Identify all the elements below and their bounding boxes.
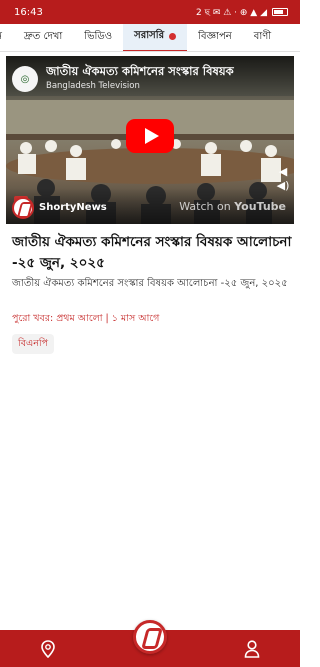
shortynews-label: ShortyNews (39, 202, 107, 213)
status-icons: 2 ছ ✉ ⚠ · ⊕ ▲ ◢ (196, 5, 288, 20)
tab-label: বিজ্ঞাপন (198, 31, 232, 42)
home-fab-shorty-logo-icon[interactable] (133, 620, 167, 654)
tab-video[interactable]: ভিডিও (73, 24, 123, 51)
share-icon[interactable]: ◀ (276, 164, 290, 178)
tab-label: বাণী (253, 31, 272, 42)
video-title: জাতীয় ঐকমত্য কমিশনের সংস্কার বিষয়ক (46, 64, 234, 78)
nav-profile[interactable] (222, 630, 282, 667)
article-headline[interactable]: জাতীয় ঐকমত্য কমিশনের সংস্কার বিষয়ক আলো… (12, 232, 294, 274)
tab-live[interactable]: সরাসরি (123, 24, 188, 51)
live-dot-icon (169, 33, 177, 40)
tab-label: ন (0, 29, 2, 46)
video-player[interactable]: ◎ জাতীয় ঐকমত্য কমিশনের সংস্কার বিষয়ক B… (6, 56, 294, 224)
tab-label: ভিডিও (84, 31, 113, 42)
nav-location[interactable] (18, 630, 78, 667)
topic-tag[interactable]: বিএনপি (12, 334, 55, 354)
tab-quick-view[interactable]: দ্রুত দেখা (13, 24, 73, 51)
tab-label: সরাসরি (134, 30, 165, 41)
status-bar: 16:43 2 ছ ✉ ⚠ · ⊕ ▲ ◢ (0, 0, 300, 24)
shortynews-logo-icon (12, 197, 34, 219)
status-time: 16:43 (14, 6, 43, 18)
source-line[interactable]: পুরো খবর: প্রথম আলো | ১ মাস আগে (12, 312, 159, 327)
status-indicators: 2 ছ ✉ ⚠ · ⊕ ▲ ◢ (195, 7, 267, 18)
user-icon (244, 639, 260, 658)
location-pin-icon (41, 639, 55, 658)
tab-label: দ্রুত দেখা (23, 31, 63, 42)
tab-ads[interactable]: বিজ্ঞাপন (187, 24, 243, 51)
article-summary: জাতীয় ঐকমত্য কমিশনের সংস্কার বিষয়ক আলো… (12, 278, 288, 289)
youtube-label: YouTube (234, 200, 286, 213)
battery-icon (272, 8, 288, 16)
watch-on-label: Watch on (179, 200, 231, 213)
source-label: পুরো খবর: (12, 313, 54, 324)
watch-on-youtube[interactable]: Watch on YouTube (179, 200, 286, 213)
video-channel: Bangladesh Television (46, 81, 140, 91)
play-icon[interactable] (126, 119, 174, 153)
tab-quotes[interactable]: বাণী (243, 24, 282, 51)
source-value: প্রথম আলো | ১ মাস আগে (56, 313, 160, 324)
category-tabs: ন দ্রুত দেখা ভিডিও সরাসরি বিজ্ঞাপন বাণী (0, 24, 300, 52)
channel-logo-icon: ◎ (12, 66, 38, 92)
tab-partial[interactable]: ন (0, 24, 13, 51)
